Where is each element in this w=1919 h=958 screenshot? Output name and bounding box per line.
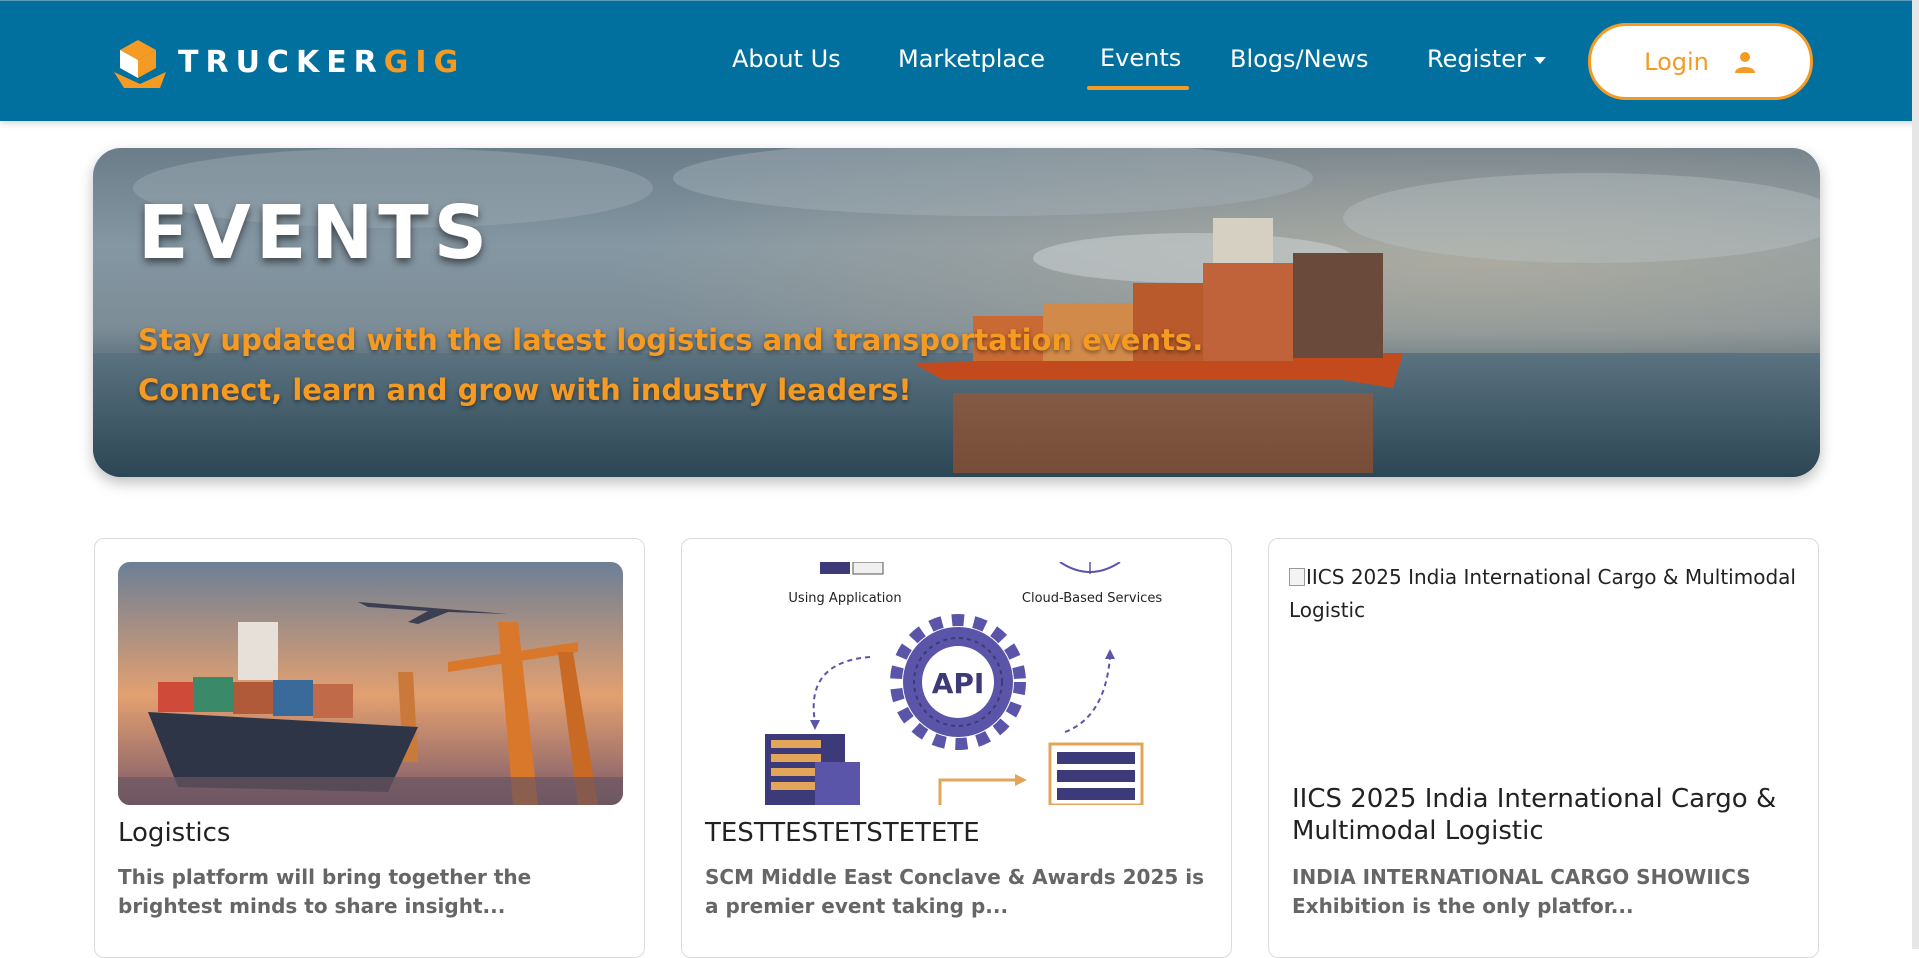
hero-subtitle-line-2: Connect, learn and grow with industry le… xyxy=(138,373,912,407)
nav-about-us[interactable]: About Us xyxy=(732,45,841,73)
database-icon xyxy=(1048,742,1144,805)
caret-down-icon xyxy=(1533,56,1546,64)
event-card-logistics[interactable]: Logistics This platform will bring toget… xyxy=(94,538,645,958)
event-title[interactable]: IICS 2025 India International Cargo & Mu… xyxy=(1292,783,1797,847)
event-title[interactable]: Logistics xyxy=(118,817,623,849)
login-label: Login xyxy=(1644,47,1709,76)
event-description: INDIA INTERNATIONAL CARGO SHOWIICS Exhib… xyxy=(1292,865,1751,918)
truck-box-icon xyxy=(114,40,166,88)
event-title[interactable]: TESTTESTETSTETETE xyxy=(705,817,1210,849)
event-description: This platform will bring together the br… xyxy=(118,865,532,918)
nav-blogs-news[interactable]: Blogs/News xyxy=(1230,45,1369,73)
hero-title: EVENTS xyxy=(138,190,493,276)
hero-subtitle-line-1: Stay updated with the latest logistics a… xyxy=(138,323,1204,357)
image-alt-text: IICS 2025 India International Cargo & Mu… xyxy=(1289,565,1796,622)
event-description: SCM Middle East Conclave & Awards 2025 i… xyxy=(705,865,1205,918)
nav-marketplace[interactable]: Marketplace xyxy=(898,45,1045,73)
page-scrollbar[interactable] xyxy=(1912,0,1919,949)
brand-name-part2: GIG xyxy=(383,44,466,80)
event-card-test[interactable]: Using Application Cloud-Based Services A… xyxy=(681,538,1232,958)
login-button[interactable]: Login xyxy=(1588,23,1813,100)
server-stack-icon xyxy=(765,734,860,805)
nav-active-indicator xyxy=(1087,86,1189,90)
api-label: API xyxy=(932,667,985,700)
cloud-services-label: Cloud-Based Services xyxy=(1022,591,1162,606)
user-icon xyxy=(1734,51,1755,73)
events-hero-banner: EVENTS Stay updated with the latest logi… xyxy=(93,148,1820,477)
site-header: TRUCKERGIG About Us Marketplace Events B… xyxy=(0,0,1919,121)
event-image-api: Using Application Cloud-Based Services A… xyxy=(705,562,1210,805)
nav-register-dropdown[interactable]: Register xyxy=(1427,45,1546,73)
brand-logo[interactable]: TRUCKERGIG xyxy=(110,31,465,93)
nav-events[interactable]: Events xyxy=(1100,44,1181,72)
using-application-label: Using Application xyxy=(788,591,901,606)
api-gear-icon: API xyxy=(890,614,1026,750)
broken-image-icon xyxy=(1289,568,1305,586)
brand-name-part1: TRUCKER xyxy=(178,44,384,80)
event-card-iics[interactable]: IICS 2025 India International Cargo & Mu… xyxy=(1268,538,1819,958)
nav-register-label: Register xyxy=(1427,45,1526,73)
event-image-port xyxy=(118,562,623,805)
broken-image-alt: IICS 2025 India International Cargo & Mu… xyxy=(1289,561,1799,627)
